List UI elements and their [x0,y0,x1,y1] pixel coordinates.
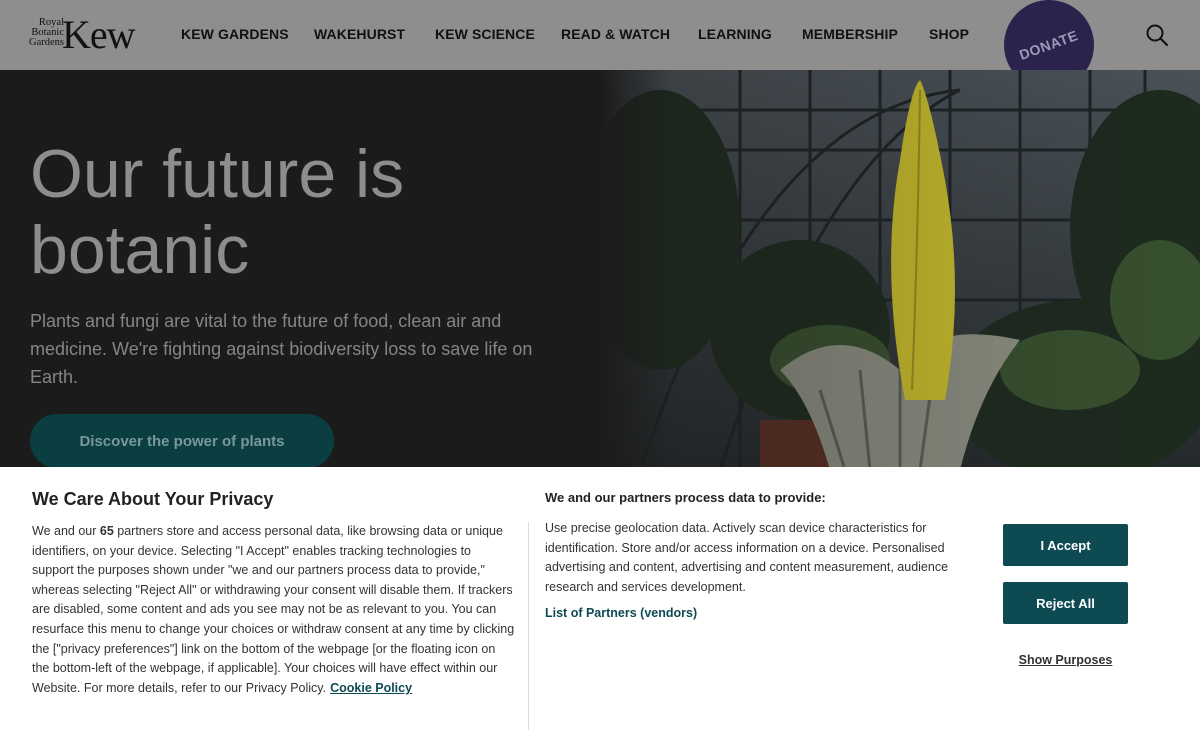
nav-item-read-watch[interactable]: READ & WATCH [561,26,670,42]
donate-label: DONATE [1017,27,1081,63]
consent-title: We Care About Your Privacy [32,489,274,509]
purposes-heading: We and our partners process data to prov… [545,490,826,505]
hero-title: Our future is botanic [30,136,590,288]
nav-item-membership[interactable]: MEMBERSHIP [802,26,898,42]
kew-logo[interactable]: Royal Botanic Gardens Kew [14,12,144,57]
consent-body-text: partners store and access personal data,… [32,524,515,695]
search-icon[interactable] [1144,22,1170,48]
consent-body: We and our 65 partners store and access … [32,522,516,698]
discover-plants-button[interactable]: Discover the power of plants [30,414,334,468]
accept-button[interactable]: I Accept [1003,524,1128,566]
nav-item-learning[interactable]: LEARNING [698,26,772,42]
cookie-policy-link[interactable]: Cookie Policy [330,681,412,695]
hero-title-line-1: Our future is [30,136,405,212]
purposes-description: Use precise geolocation data. Actively s… [545,521,949,594]
hero-title-line-2: botanic [30,212,250,288]
hero-section: Our future is botanic Plants and fungi a… [0,70,1200,470]
nav-item-shop[interactable]: SHOP [929,26,969,42]
consent-divider [528,522,529,730]
show-purposes-link[interactable]: Show Purposes [1003,653,1128,667]
partner-count: 65 [99,524,114,538]
site-header: Royal Botanic Gardens Kew KEW GARDENS WA… [0,0,1200,90]
partners-list-link[interactable]: List of Partners (vendors) [545,606,697,620]
reject-all-button[interactable]: Reject All [1003,582,1128,624]
nav-item-kew-science[interactable]: KEW SCIENCE [435,26,535,42]
nav-item-wakehurst[interactable]: WAKEHURST [314,26,405,42]
nav-item-kew-gardens[interactable]: KEW GARDENS [181,26,289,42]
consent-body-prefix: We and our [32,524,100,538]
logo-text: Royal Botanic Gardens [14,17,64,48]
privacy-consent-banner: We Care About Your Privacy We and our 65… [0,467,1200,740]
hero-image-fade [600,70,1200,470]
logo-line-3: Gardens [29,37,64,48]
hero-description: Plants and fungi are vital to the future… [30,311,533,387]
logo-wordmark: Kew [62,12,136,57]
